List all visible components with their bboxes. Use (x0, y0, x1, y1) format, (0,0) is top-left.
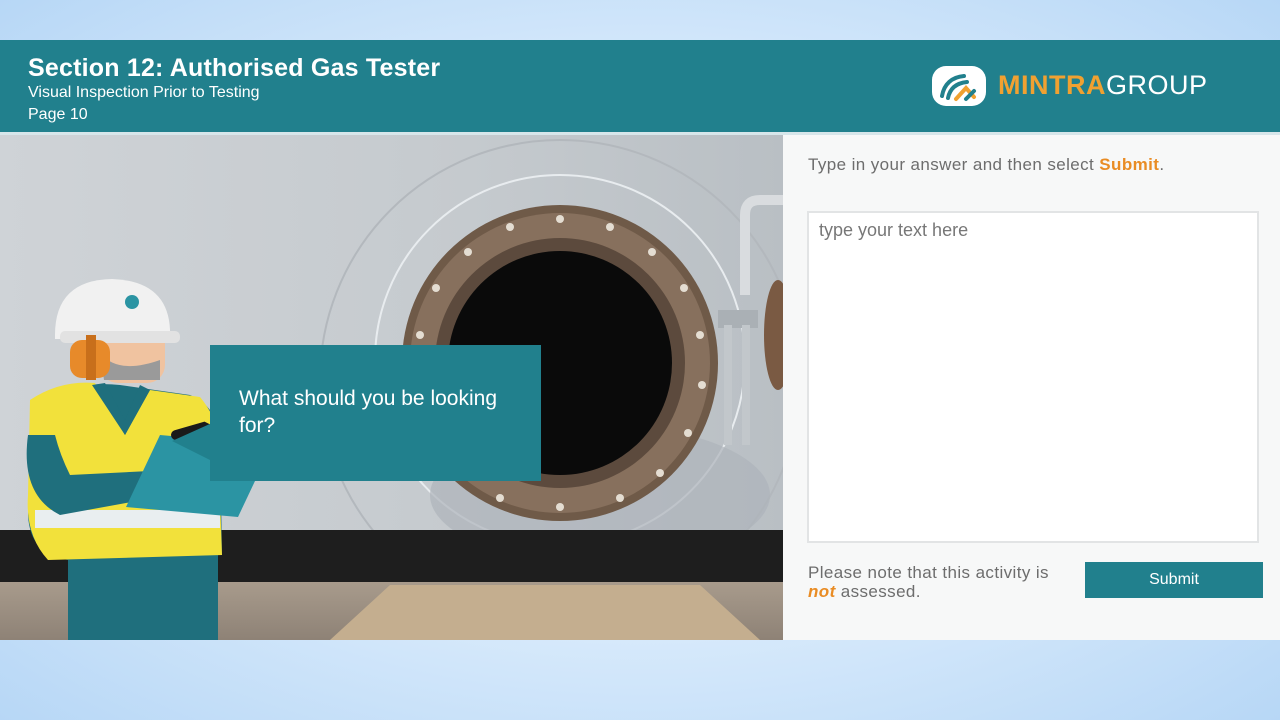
logo-wordmark: MINTRAGROUP (998, 70, 1208, 100)
page-number: Page 10 (28, 106, 88, 123)
submit-highlight: Submit (1099, 155, 1160, 174)
section-subtitle: Visual Inspection Prior to Testing (28, 84, 260, 101)
assessment-note: Please note that this activity is not as… (808, 563, 1049, 601)
mintra-logo-icon (932, 66, 986, 106)
question-text: What should you be looking for? (239, 387, 497, 437)
mintra-group-logo: MINTRAGROUP (930, 64, 1260, 110)
section-title: Section 12: Authorised Gas Tester (28, 54, 441, 82)
instruction-text: Type in your answer and then select Subm… (808, 155, 1165, 174)
slide-header: Section 12: Authorised Gas Tester Visual… (0, 40, 1280, 132)
speech-bubble-tail (172, 423, 212, 461)
course-slide: Section 12: Authorised Gas Tester Visual… (0, 40, 1280, 640)
submit-button[interactable]: Submit (1085, 562, 1263, 598)
answer-panel: Type in your answer and then select Subm… (783, 135, 1280, 640)
answer-textarea[interactable] (807, 211, 1259, 543)
speech-bubble: What should you be looking for? (210, 345, 541, 481)
not-highlight: not (808, 582, 836, 601)
scene-illustration: What should you be looking for? (0, 135, 783, 640)
